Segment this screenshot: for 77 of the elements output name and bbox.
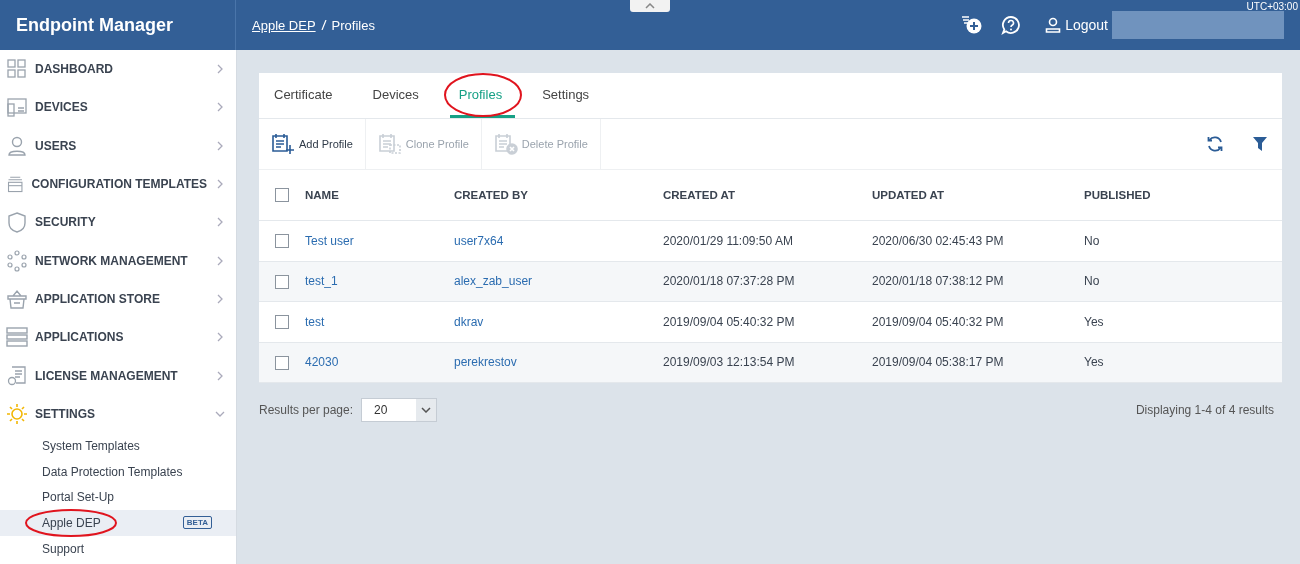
sidebar-subitem[interactable]: Apple DEP BETA (0, 510, 236, 536)
collapse-header-button[interactable] (630, 0, 670, 12)
tab[interactable]: Certificate (265, 73, 346, 118)
profile-link[interactable]: 42030 (305, 355, 339, 370)
filter-icon[interactable] (1252, 136, 1268, 152)
results-per-page-label: Results per page: (259, 403, 354, 417)
sidebar-item[interactable]: USERS (0, 126, 236, 165)
sidebar-item[interactable]: APPLICATION STORE (0, 279, 236, 319)
table-cell: 2020/01/18 07:37:28 PM (663, 274, 795, 289)
breadcrumb-current: Profiles (331, 17, 375, 33)
table-cell: No (1084, 274, 1100, 289)
table-cell: 2020/01/29 11:09:50 AM (663, 233, 793, 248)
column-header[interactable]: PUBLISHED (1083, 170, 1282, 221)
beta-badge: BETA (182, 516, 212, 530)
sidebar-item[interactable]: DEVICES (0, 88, 236, 127)
row-checkbox[interactable] (275, 315, 289, 330)
sidebar-item[interactable]: LICENSE MANAGEMENT (0, 356, 236, 395)
server-icon (6, 326, 28, 349)
table-cell: Yes (1084, 355, 1104, 370)
add-notification-icon[interactable] (961, 15, 984, 35)
refresh-icon[interactable] (1206, 135, 1224, 153)
sidebar-subitem[interactable]: Support (0, 535, 236, 562)
sun-icon (6, 402, 28, 425)
profile-link[interactable]: Test user (305, 233, 354, 248)
user-icon (1045, 17, 1062, 33)
clone-clipboard-icon (377, 133, 402, 155)
column-header[interactable]: UPDATED AT (871, 170, 1083, 221)
delete-clipboard-icon (493, 133, 518, 155)
column-header[interactable]: CREATED BY (453, 170, 662, 221)
toolbar-button[interactable]: Add Profile (259, 119, 366, 169)
results-summary: Displaying 1-4 of 4 results (1135, 403, 1274, 417)
table-cell: 2019/09/04 05:38:17 PM (872, 355, 1004, 370)
table-cell: 2019/09/04 05:40:32 PM (872, 314, 1004, 329)
page-size-dropdown[interactable]: 20 (361, 398, 438, 422)
table-cell: 2019/09/04 05:40:32 PM (663, 314, 795, 329)
chevron-up-icon (645, 3, 655, 9)
tab[interactable]: Devices (363, 73, 432, 118)
row-checkbox[interactable] (275, 234, 289, 249)
table-cell: 2020/01/18 07:38:12 PM (872, 274, 1004, 289)
user-link[interactable]: dkrav (454, 314, 484, 329)
sidebar-item[interactable]: SECURITY (0, 203, 236, 242)
breadcrumb-separator-icon (320, 20, 327, 30)
row-checkbox[interactable] (275, 274, 289, 289)
profile-link[interactable]: test (305, 314, 325, 329)
user-link[interactable]: alex_zab_user (454, 274, 533, 289)
sidebar-item[interactable]: DASHBOARD (0, 50, 236, 89)
devices-icon (6, 96, 28, 119)
profile-link[interactable]: test_1 (305, 274, 338, 289)
row-checkbox[interactable] (275, 355, 289, 370)
user-link[interactable]: perekrestov (454, 355, 517, 370)
sidebar-item[interactable]: APPLICATIONS (0, 318, 236, 357)
column-header[interactable]: NAME (304, 170, 453, 221)
sidebar-subitem[interactable]: Data Protection Templates (0, 458, 236, 485)
tab[interactable]: Settings (533, 73, 603, 118)
add-clipboard-icon (271, 133, 295, 155)
shield-icon (6, 211, 28, 234)
breadcrumb-link[interactable]: Apple DEP (252, 17, 316, 33)
sidebar-subitem[interactable]: Portal Set-Up (0, 484, 236, 511)
timezone-label: UTC+03:00 (1246, 1, 1298, 12)
table-cell: Yes (1084, 314, 1104, 329)
dots-circle-icon (6, 249, 28, 272)
user-link[interactable]: user7x64 (454, 233, 504, 248)
logout-button[interactable]: Logout (1045, 17, 1108, 33)
table-cell: 2019/09/03 12:13:54 PM (663, 355, 795, 370)
table-cell: 2020/06/30 02:45:43 PM (872, 233, 1004, 248)
help-icon[interactable] (1001, 15, 1022, 35)
table-cell: No (1084, 233, 1100, 248)
person-icon (6, 134, 28, 157)
select-all-checkbox[interactable] (275, 188, 289, 202)
sidebar-subitem[interactable]: System Templates (0, 432, 236, 459)
sidebar-item[interactable]: NETWORK MANAGEMENT (0, 241, 236, 280)
chevron-down-icon (421, 407, 432, 413)
column-header[interactable]: CREATED AT (662, 170, 871, 221)
grid-icon (6, 58, 28, 81)
certificate-icon (6, 364, 28, 387)
sidebar-item[interactable]: CONFIGURATION TEMPLATES (0, 164, 236, 204)
sidebar-item[interactable]: SETTINGS (0, 394, 236, 433)
